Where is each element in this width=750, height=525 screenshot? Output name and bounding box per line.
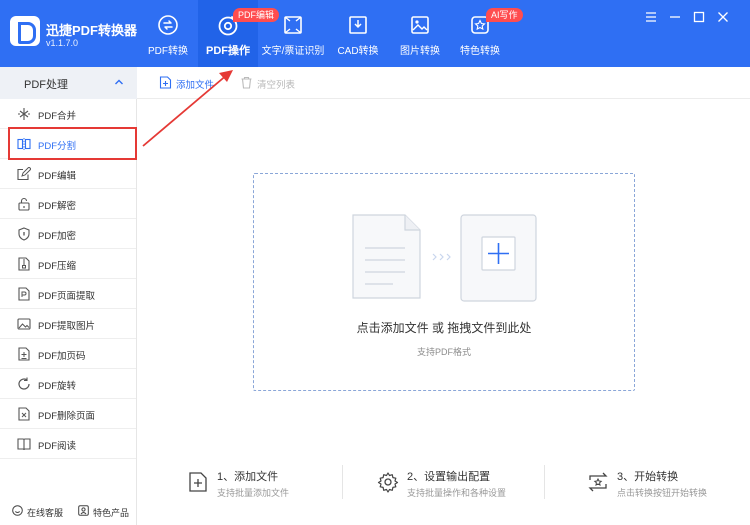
add-file-label: 添加文件	[176, 80, 215, 91]
sidebar-item-label: PDF加密	[38, 231, 77, 242]
trash-icon	[241, 76, 252, 89]
sidebar-item-label: PDF解密	[38, 201, 77, 212]
add-file-step-icon	[189, 472, 207, 492]
compress-icon	[18, 257, 30, 271]
chevrons-icon	[432, 253, 451, 261]
sidebar-item-read[interactable]: PDF阅读	[0, 429, 136, 459]
tab-label: PDF操作	[206, 45, 250, 57]
annotation-highlight-box	[8, 127, 137, 160]
sidebar-item-label: PDF提取图片	[38, 321, 96, 332]
sidebar-title: PDF处理	[24, 79, 68, 91]
sidebar-item-decrypt[interactable]: PDF解密	[0, 189, 136, 219]
tab-label: 图片转换	[400, 46, 440, 57]
page-extract-icon	[18, 287, 30, 301]
tab-label: 特色转换	[460, 46, 500, 57]
step-title: 3、开始转换	[617, 471, 679, 483]
sidebar-item-page-extract[interactable]: PDF页面提取	[0, 279, 136, 309]
delete-page-icon	[18, 407, 30, 421]
sidebar-item-label: PDF删除页面	[38, 411, 96, 422]
image-extract-icon	[17, 318, 31, 330]
edit-icon	[17, 167, 31, 181]
merge-icon	[18, 108, 30, 120]
sidebar-item-label: PDF旋转	[38, 381, 77, 392]
divider	[544, 465, 545, 499]
sidebar-item-label: PDF编辑	[38, 171, 77, 182]
sidebar-item-encrypt[interactable]: PDF加密	[0, 219, 136, 249]
page-number-icon	[18, 347, 30, 361]
sidebar-footer: 在线客服 特色产品	[0, 497, 137, 525]
sidebar-item-delete-page[interactable]: PDF删除页面	[0, 399, 136, 429]
smile-icon	[12, 505, 23, 516]
sidebar-item-merge[interactable]: PDF合并	[0, 99, 136, 129]
ocr-icon	[284, 16, 302, 34]
app-version: v1.1.7.0	[46, 38, 79, 48]
cad-icon	[349, 16, 367, 34]
drop-zone-subtitle: 支持PDF格式	[416, 347, 471, 357]
sidebar-item-label: PDF页面提取	[38, 291, 96, 302]
unlock-icon	[18, 197, 30, 211]
app-name: 迅捷PDF转换器	[46, 23, 138, 38]
product-icon	[78, 505, 89, 516]
step-desc: 支持批量操作和各种设置	[407, 488, 507, 498]
step-title: 2、设置输出配置	[407, 471, 491, 483]
sidebar-item-label: PDF合并	[38, 111, 77, 122]
tab-cad[interactable]: CAD转换	[333, 0, 383, 67]
gear-icon	[377, 472, 399, 493]
online-service-label: 在线客服	[27, 508, 64, 518]
tab-label: PDF转换	[148, 46, 188, 57]
tab-ocr[interactable]: 文字/票证识别	[260, 0, 326, 67]
divider	[342, 465, 343, 499]
minimize-icon[interactable]	[667, 9, 683, 25]
pdf-convert-icon	[158, 15, 178, 35]
document-icon	[352, 214, 421, 299]
sidebar-item-rotate[interactable]: PDF旋转	[0, 369, 136, 399]
maximize-icon[interactable]	[691, 9, 707, 25]
image-icon	[411, 16, 429, 34]
step-title: 1、添加文件	[217, 471, 279, 483]
drop-illustration	[352, 214, 537, 302]
badge-ai-writing: AI写作	[486, 8, 523, 22]
tab-label: CAD转换	[337, 46, 379, 57]
sidebar-item-compress[interactable]: PDF压缩	[0, 249, 136, 279]
sidebar-item-image-extract[interactable]: PDF提取图片	[0, 309, 136, 339]
step-desc: 点击转换按钮开始转换	[617, 488, 708, 498]
sidebar-item-edit[interactable]: PDF编辑	[0, 159, 136, 189]
title-bar: 迅捷PDF转换器 v1.1.7.0 PDF转换 PDF操作 PDF编辑 文字/票…	[0, 0, 750, 67]
sidebar-item-label: PDF阅读	[38, 441, 77, 452]
sidebar-header[interactable]: PDF处理	[0, 67, 137, 99]
toolbar: 添加文件 清空列表	[137, 67, 750, 99]
book-icon	[17, 438, 31, 451]
sidebar-item-page-number[interactable]: PDF加页码	[0, 339, 136, 369]
tab-label: 文字/票证识别	[261, 46, 325, 57]
chevron-up-icon	[115, 79, 123, 85]
shield-icon	[18, 227, 30, 241]
add-file-icon	[159, 76, 172, 89]
rotate-icon	[18, 377, 30, 390]
plus-box-icon	[460, 214, 537, 302]
convert-icon	[588, 472, 608, 492]
tab-pdf-convert[interactable]: PDF转换	[141, 0, 195, 67]
drop-zone-title: 点击添加文件 或 拖拽文件到此处	[356, 321, 532, 335]
close-icon[interactable]	[715, 9, 731, 25]
sidebar-item-label: PDF压缩	[38, 261, 77, 272]
featured-products-label: 特色产品	[93, 508, 130, 518]
sidebar-item-label: PDF加页码	[38, 351, 86, 362]
file-drop-zone[interactable]: 点击添加文件 或 拖拽文件到此处 支持PDF格式	[253, 173, 635, 391]
clear-list-label: 清空列表	[257, 80, 296, 91]
menu-icon[interactable]	[643, 9, 659, 25]
app-logo-icon	[10, 16, 40, 46]
tab-image[interactable]: 图片转换	[396, 0, 444, 67]
step-desc: 支持批量添加文件	[217, 488, 290, 498]
